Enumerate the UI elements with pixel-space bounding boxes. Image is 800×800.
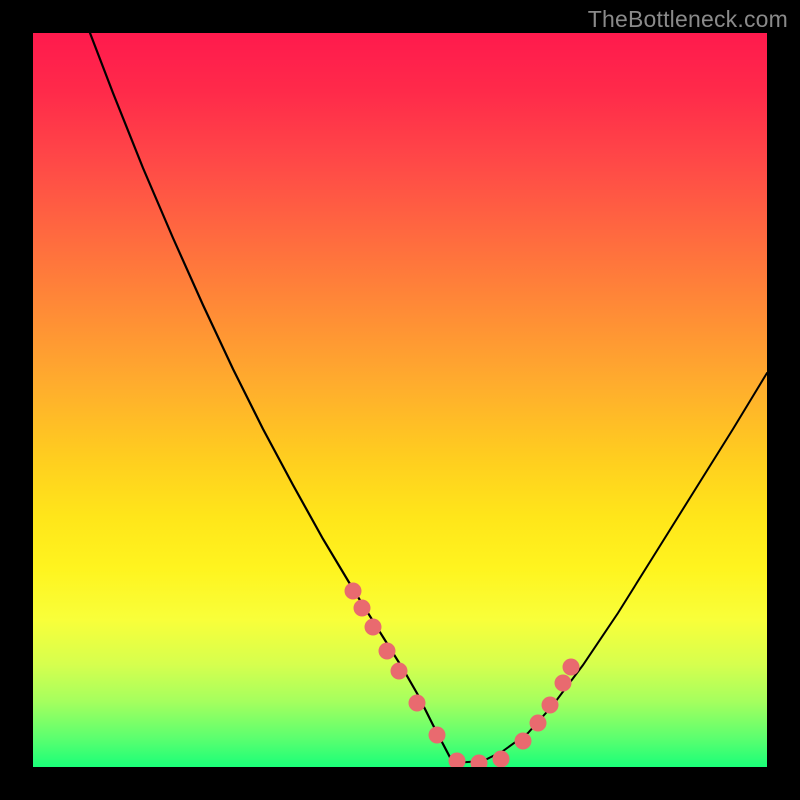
chart-container: TheBottleneck.com — [0, 0, 800, 800]
data-marker — [515, 733, 532, 750]
curve-left — [90, 33, 453, 763]
data-marker — [530, 715, 547, 732]
data-marker — [563, 659, 580, 676]
data-marker — [471, 755, 488, 768]
data-marker — [379, 643, 396, 660]
data-marker — [391, 663, 408, 680]
data-marker — [429, 727, 446, 744]
data-marker — [365, 619, 382, 636]
curve-right — [453, 373, 767, 763]
data-marker — [409, 695, 426, 712]
data-markers — [345, 583, 580, 768]
data-marker — [555, 675, 572, 692]
data-marker — [345, 583, 362, 600]
data-marker — [493, 751, 510, 768]
data-marker — [542, 697, 559, 714]
data-marker — [449, 753, 466, 768]
chart-svg — [33, 33, 767, 767]
plot-area — [33, 33, 767, 767]
watermark-text: TheBottleneck.com — [588, 6, 788, 33]
data-marker — [354, 600, 371, 617]
